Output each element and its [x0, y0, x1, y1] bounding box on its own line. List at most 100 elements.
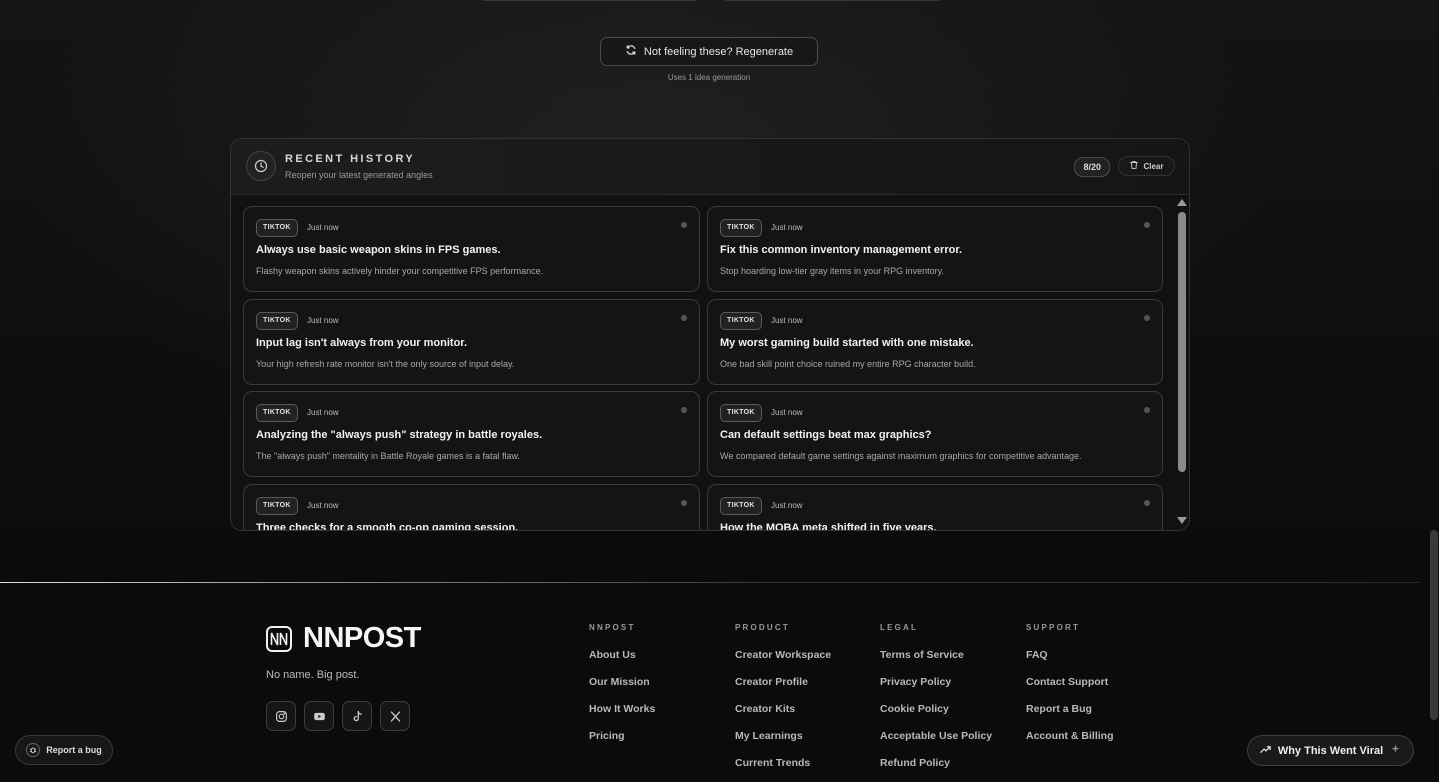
- footer-link[interactable]: Terms of Service: [880, 649, 992, 676]
- footer-link[interactable]: How It Works: [589, 703, 655, 730]
- history-card[interactable]: TIKTOK Just now Fix this common inventor…: [707, 206, 1163, 292]
- footer-link[interactable]: FAQ: [1026, 649, 1114, 676]
- history-card[interactable]: TIKTOK Just now Input lag isn't always f…: [243, 298, 700, 385]
- platform-badge: TIKTOK: [256, 311, 298, 330]
- history-scrollbar[interactable]: [1178, 212, 1186, 472]
- refresh-icon: [625, 44, 637, 59]
- footer-link[interactable]: Creator Workspace: [735, 649, 831, 676]
- footer-link[interactable]: Privacy Policy: [880, 676, 992, 703]
- card-description: One bad skill point choice ruined my ent…: [720, 358, 976, 369]
- card-time: Just now: [307, 223, 339, 232]
- footer-link[interactable]: Report a Bug: [1026, 703, 1114, 730]
- card-title: Three checks for a smooth co-op gaming s…: [256, 521, 519, 531]
- footer-column-product: PRODUCT Creator Workspace Creator Profil…: [735, 623, 831, 782]
- footer-link[interactable]: My Learnings: [735, 730, 831, 757]
- history-header: RECENT HISTORY Reopen your latest genera…: [231, 139, 1189, 195]
- status-dot: [1144, 407, 1150, 413]
- history-card[interactable]: TIKTOK Just now How the MOBA meta shifte…: [707, 483, 1163, 531]
- report-bug-label: Report a bug: [46, 745, 102, 755]
- footer-link[interactable]: Current Trends: [735, 757, 831, 782]
- scroll-up-arrow-icon[interactable]: [1177, 199, 1187, 206]
- youtube-icon[interactable]: [304, 701, 334, 731]
- status-dot: [681, 222, 687, 228]
- platform-badge: TIKTOK: [256, 219, 298, 237]
- status-dot: [1144, 314, 1150, 321]
- card-description: Flashy weapon skins actively hinder your…: [256, 266, 544, 276]
- instagram-icon[interactable]: [266, 701, 296, 731]
- footer-divider: [0, 582, 1420, 583]
- footer-link[interactable]: Refund Policy: [880, 757, 992, 782]
- card-time: Just now: [307, 408, 339, 417]
- footer-link[interactable]: Pricing: [589, 730, 655, 757]
- bug-icon: [26, 743, 41, 757]
- card-title: Fix this common inventory management err…: [720, 244, 963, 256]
- card-title: How the MOBA meta shifted in five years.: [720, 521, 937, 531]
- platform-badge: TIKTOK: [256, 496, 298, 515]
- brand-name: NNPOST: [303, 622, 421, 654]
- card-time: Just now: [307, 315, 339, 325]
- clear-history-button[interactable]: Clear: [1118, 156, 1175, 176]
- why-viral-label: Why This Went Viral: [1277, 744, 1384, 757]
- why-this-went-viral-button[interactable]: Why This Went Viral: [1247, 735, 1414, 766]
- footer-heading: SUPPORT: [1026, 623, 1081, 632]
- history-card-grid: TIKTOK Just now Always use basic weapon …: [243, 206, 1163, 531]
- footer-heading: PRODUCT: [735, 623, 790, 632]
- nnpost-logo-icon: [266, 625, 292, 652]
- footer-link[interactable]: Creator Profile: [735, 676, 831, 703]
- scroll-down-arrow-icon[interactable]: [1177, 517, 1187, 524]
- status-dot: [681, 407, 687, 413]
- history-title: RECENT HISTORY: [285, 153, 416, 165]
- history-card[interactable]: TIKTOK Just now Always use basic weapon …: [243, 206, 700, 292]
- regenerate-note: Uses 1 idea generation: [667, 73, 751, 82]
- brand-tagline: No name. Big post.: [266, 669, 360, 681]
- platform-badge: TIKTOK: [256, 404, 298, 422]
- footer-link[interactable]: Creator Kits: [735, 703, 831, 730]
- footer-link[interactable]: Our Mission: [589, 676, 655, 703]
- card-time: Just now: [771, 500, 803, 510]
- card-time: Just now: [307, 500, 339, 510]
- footer-column-support: SUPPORT FAQ Contact Support Report a Bug…: [1026, 623, 1114, 757]
- footer-link[interactable]: Account & Billing: [1026, 730, 1114, 757]
- history-card[interactable]: TIKTOK Just now Analyzing the "always pu…: [243, 391, 700, 477]
- card-title: Input lag isn't always from your monitor…: [256, 336, 468, 349]
- platform-badge: TIKTOK: [720, 496, 762, 515]
- footer-column-nnpost: NNPOST About Us Our Mission How It Works…: [589, 623, 655, 757]
- regenerate-button[interactable]: Not feeling these? Regenerate: [600, 37, 818, 66]
- card-time: Just now: [771, 315, 803, 325]
- history-count-badge: 8/20: [1074, 157, 1110, 177]
- history-card[interactable]: TIKTOK Just now Can default settings bea…: [707, 391, 1163, 477]
- trash-icon: [1129, 160, 1139, 172]
- card-title: Analyzing the "always push" strategy in …: [256, 429, 543, 441]
- card-title: Always use basic weapon skins in FPS gam…: [256, 244, 501, 256]
- top-divider-right: [725, 0, 939, 1]
- x-icon[interactable]: [380, 701, 410, 731]
- card-title: Can default settings beat max graphics?: [720, 429, 932, 441]
- footer-link[interactable]: Acceptable Use Policy: [880, 730, 992, 757]
- card-description: The "always push" mentality in Battle Ro…: [256, 451, 521, 461]
- footer-heading: NNPOST: [589, 623, 636, 632]
- card-description: We compared default game settings agains…: [720, 451, 1082, 461]
- footer-column-legal: LEGAL Terms of Service Privacy Policy Co…: [880, 623, 992, 782]
- footer-link[interactable]: Cookie Policy: [880, 703, 992, 730]
- trending-up-icon: [1260, 744, 1271, 758]
- history-card[interactable]: TIKTOK Just now Three checks for a smoot…: [243, 483, 700, 531]
- tiktok-icon[interactable]: [342, 701, 372, 731]
- top-divider-left: [483, 0, 697, 1]
- card-time: Just now: [771, 408, 803, 417]
- platform-badge: TIKTOK: [720, 219, 762, 237]
- regenerate-label: Not feeling these? Regenerate: [643, 45, 794, 58]
- status-dot: [1144, 222, 1150, 228]
- footer-brand[interactable]: NNPOST: [266, 622, 421, 655]
- clear-label: Clear: [1143, 161, 1164, 171]
- status-dot: [681, 499, 687, 506]
- history-card[interactable]: TIKTOK Just now My worst gaming build st…: [707, 298, 1163, 385]
- platform-badge: TIKTOK: [720, 311, 762, 330]
- report-bug-button[interactable]: Report a bug: [15, 735, 113, 765]
- social-links: [266, 701, 410, 731]
- footer-link[interactable]: Contact Support: [1026, 676, 1114, 703]
- status-dot: [1144, 499, 1150, 506]
- recent-history-panel: RECENT HISTORY Reopen your latest genera…: [230, 138, 1190, 531]
- page-scrollbar[interactable]: [1430, 530, 1438, 720]
- history-subtitle: Reopen your latest generated angles: [285, 170, 433, 180]
- footer-link[interactable]: About Us: [589, 649, 655, 676]
